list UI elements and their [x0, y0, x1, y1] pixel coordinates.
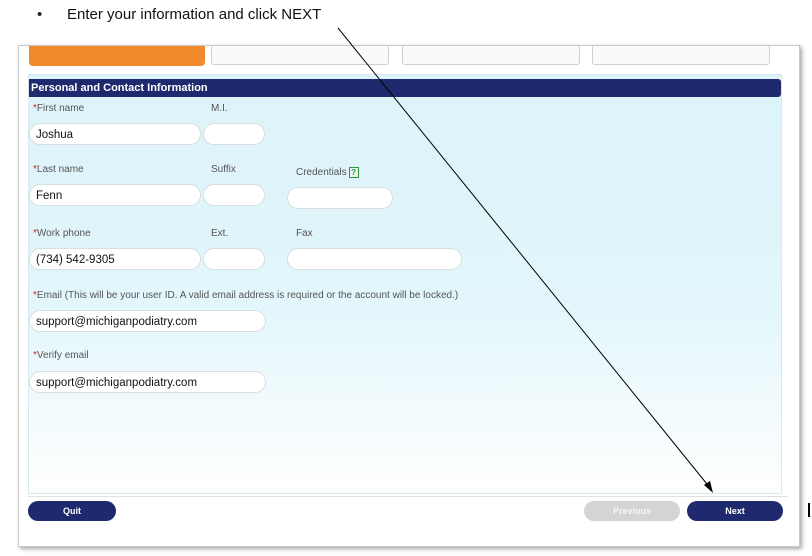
annotation-arrow [337, 27, 713, 493]
